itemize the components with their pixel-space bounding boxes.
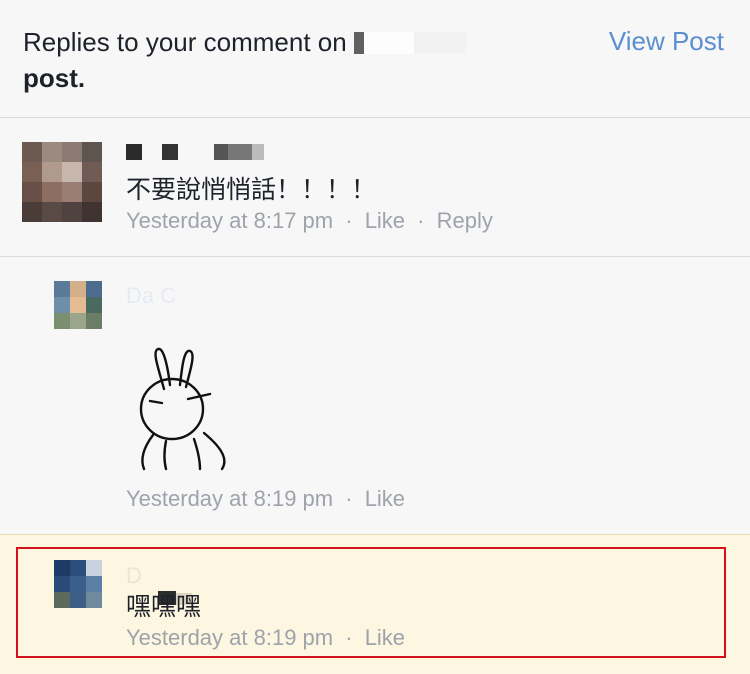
like-link[interactable]: Like (365, 208, 405, 233)
redacted-post-owner (353, 32, 466, 54)
timestamp[interactable]: Yesterday at 8:19 pm (126, 486, 333, 511)
avatar[interactable] (22, 142, 102, 222)
comment-meta: Yesterday at 8:19 pm · Like (126, 486, 405, 512)
view-post-link[interactable]: View Post (609, 26, 724, 57)
header-title-suffix: post. (23, 63, 86, 93)
avatar[interactable] (54, 281, 102, 329)
comment-meta: Yesterday at 8:17 pm · Like · Reply (126, 208, 493, 234)
annotation-highlight-box (16, 547, 726, 658)
comment-item: 不要說悄悄話！！！！ Yesterday at 8:17 pm · Like ·… (0, 118, 750, 257)
separator-dot: · (345, 486, 353, 511)
comment-text: 不要說悄悄話！！！！ (126, 175, 377, 204)
header-title-prefix: Replies to your comment on (23, 27, 347, 57)
rabbit-sticker-icon (136, 347, 236, 477)
timestamp[interactable]: Yesterday at 8:17 pm (126, 208, 333, 233)
separator-dot: · (345, 208, 353, 233)
redacted-name-blocks (126, 144, 264, 160)
like-link[interactable]: Like (365, 486, 405, 511)
author-name-blurred[interactable]: Da C (126, 283, 236, 308)
separator-dot: · (417, 208, 425, 233)
reply-link[interactable]: Reply (437, 208, 493, 233)
comment-item: Da C Yesterday at 8:19 pm · Like (0, 257, 750, 535)
redacted-author-name[interactable] (126, 142, 266, 162)
header-title: Replies to your comment on post. (23, 24, 543, 96)
notification-header: Replies to your comment on post. View Po… (0, 0, 750, 118)
